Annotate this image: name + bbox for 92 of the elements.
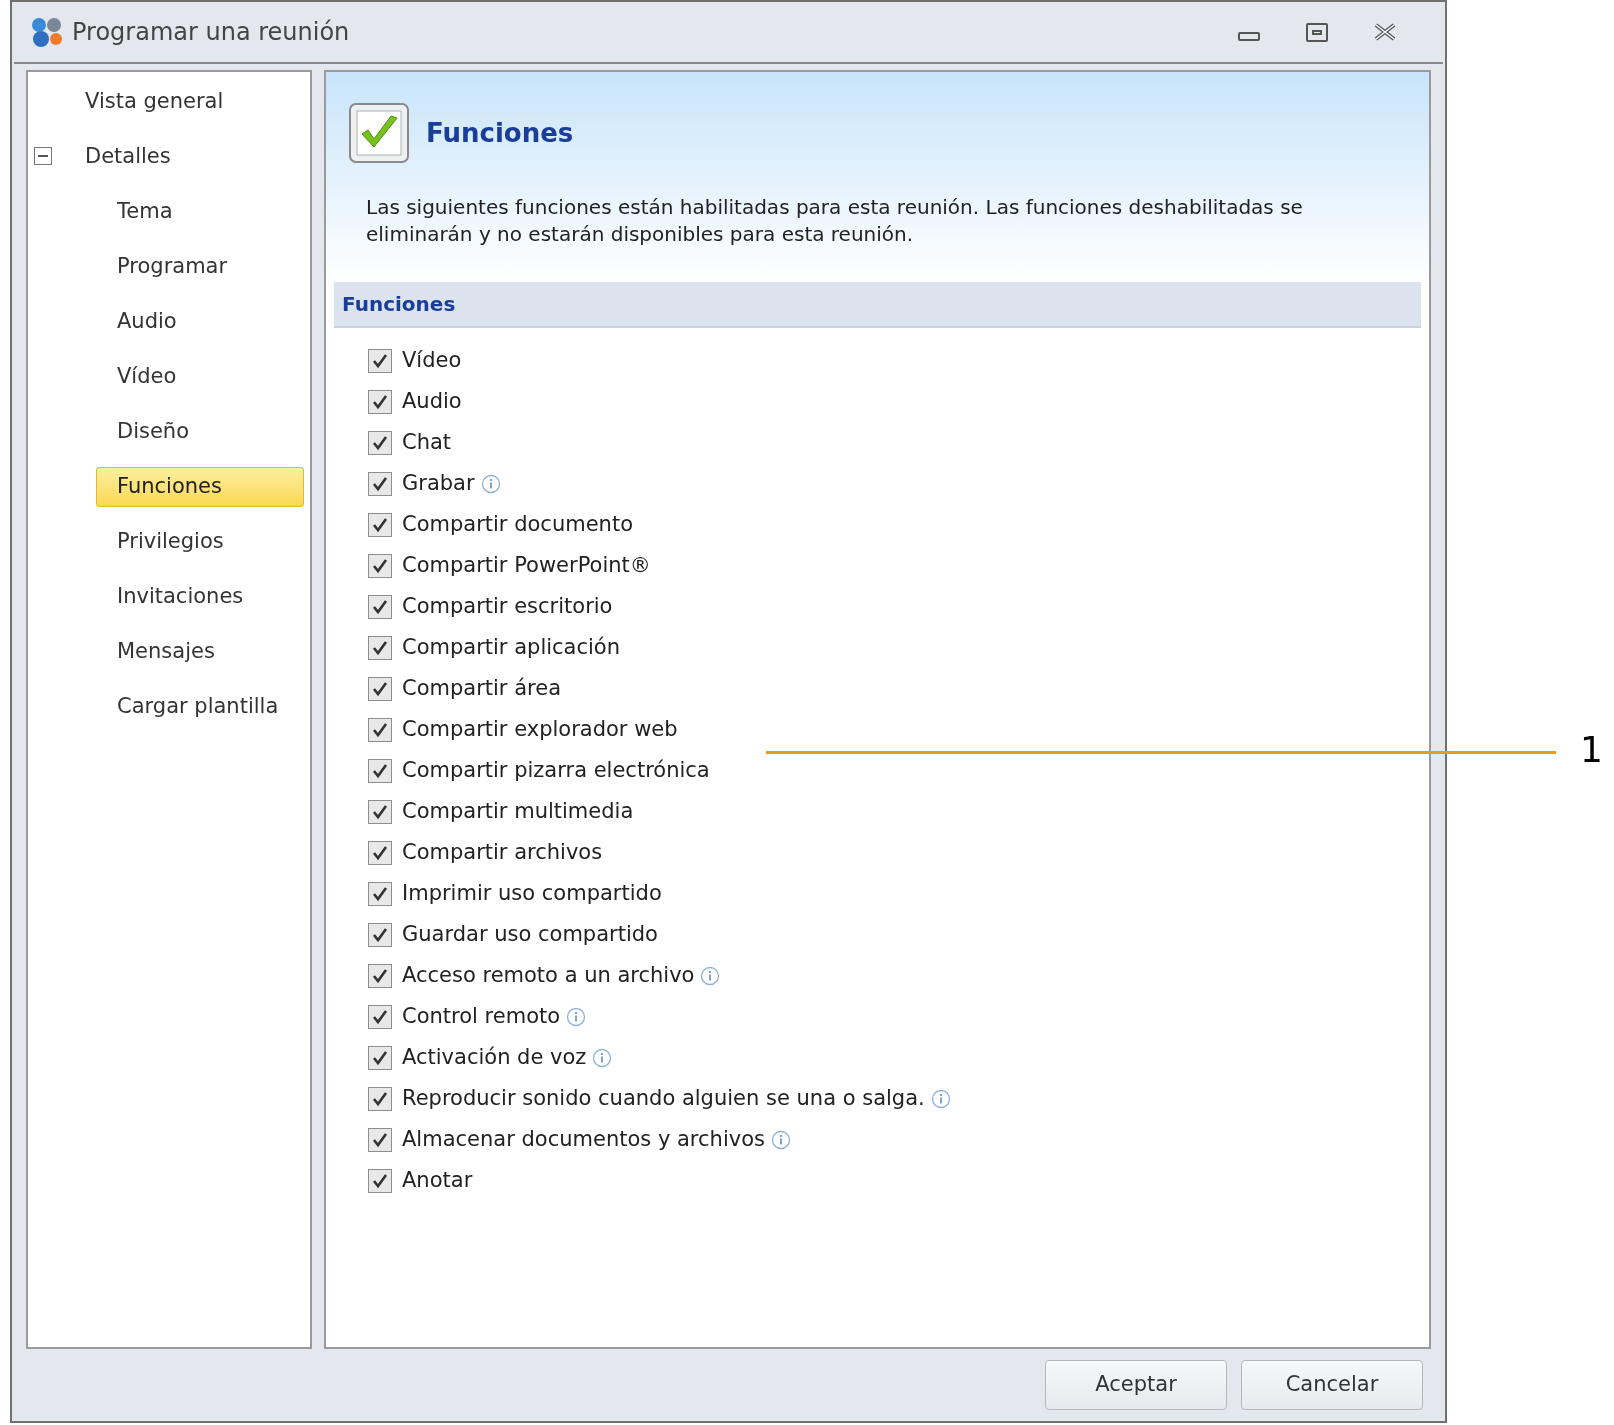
- section-header: Funciones: [334, 282, 1421, 329]
- checkmark-icon: [372, 762, 388, 779]
- checkmark-icon: [372, 639, 388, 656]
- close-icon: [1373, 22, 1397, 43]
- checkbox-label: Activación de voz: [402, 1043, 587, 1071]
- checkbox[interactable]: [368, 594, 392, 619]
- info-icon[interactable]: [700, 965, 721, 986]
- checkbox-label: Reproducir sonido cuando alguien se una o salga.: [402, 1084, 925, 1112]
- checkmark-icon: [372, 680, 388, 697]
- checkbox[interactable]: [368, 717, 392, 742]
- checkbox-label: Compartir pizarra electrónica: [402, 756, 710, 784]
- checkmark-icon: [372, 1049, 388, 1066]
- checkmark-icon: [372, 1008, 388, 1025]
- checkmark-icon: [372, 516, 388, 533]
- info-icon[interactable]: [566, 1006, 587, 1027]
- window-title: Programar una reunión: [72, 17, 350, 49]
- checkbox-label: Compartir PowerPoint®: [402, 551, 651, 579]
- checkbox[interactable]: [368, 430, 392, 455]
- checkmark-icon: [372, 885, 388, 902]
- checkbox[interactable]: [368, 1127, 392, 1152]
- checkmark-icon: [372, 434, 388, 451]
- checkbox[interactable]: [368, 1086, 392, 1111]
- checkbox-label: Anotar: [402, 1166, 473, 1194]
- checkmark-icon: [372, 926, 388, 943]
- checkbox-label: Acceso remoto a un archivo: [402, 961, 695, 989]
- checkmark-icon: [372, 803, 388, 820]
- checkmark-icon: [372, 721, 388, 738]
- dialog-button[interactable]: Aceptar: [1045, 1360, 1227, 1411]
- checkmark-icon: [372, 557, 388, 574]
- app-logo-icon: [30, 16, 64, 49]
- sidebar-item[interactable]: Cargar plantilla: [96, 687, 304, 728]
- checkbox[interactable]: [368, 1004, 392, 1029]
- info-icon[interactable]: [930, 1088, 951, 1109]
- checkbox[interactable]: [368, 676, 392, 701]
- checkbox[interactable]: [368, 471, 392, 496]
- checkmark-icon: [372, 1131, 388, 1148]
- checkbox[interactable]: [368, 758, 392, 783]
- sidebar-item[interactable]: Diseño: [96, 412, 304, 453]
- checkbox[interactable]: [368, 922, 392, 947]
- sidebar-item[interactable]: Mensajes: [96, 632, 304, 673]
- checkbox-label: Chat: [402, 428, 452, 456]
- checkbox-label: Compartir escritorio: [402, 592, 613, 620]
- checkmark-icon: [372, 1090, 388, 1107]
- page-title: Funciones: [426, 116, 574, 150]
- checkbox-label: Grabar: [402, 469, 475, 497]
- callout-label: 1: [1580, 732, 1603, 768]
- checkbox-label: Control remoto: [402, 1002, 561, 1030]
- checkmark-icon: [372, 844, 388, 861]
- checkbox[interactable]: [368, 963, 392, 988]
- sidebar-item[interactable]: Programar: [96, 247, 304, 288]
- checkbox-label: Compartir multimedia: [402, 797, 634, 825]
- sidebar-item[interactable]: Privilegios: [96, 522, 304, 563]
- collapse-toggle[interactable]: [34, 147, 52, 166]
- checkbox[interactable]: [368, 840, 392, 865]
- checkmark-icon: [372, 393, 388, 410]
- sidebar-item[interactable]: Invitaciones: [96, 577, 304, 618]
- sidebar-item[interactable]: Vista general: [84, 82, 310, 123]
- info-icon[interactable]: [480, 473, 501, 494]
- checkmark-icon: [372, 475, 388, 492]
- checkbox-label: Compartir explorador web: [402, 715, 678, 743]
- checkbox-label: Almacenar documentos y archivos: [402, 1125, 765, 1153]
- checkmark-badge-icon: [348, 102, 410, 165]
- info-icon[interactable]: [770, 1129, 791, 1150]
- info-icon[interactable]: [592, 1047, 613, 1068]
- checkbox[interactable]: [368, 1168, 392, 1193]
- checkbox-label: Imprimir uso compartido: [402, 879, 662, 907]
- checkbox-label: Compartir documento: [402, 510, 633, 538]
- checkmark-icon: [372, 1172, 388, 1189]
- checkbox-label: Guardar uso compartido: [402, 920, 658, 948]
- checkbox[interactable]: [368, 635, 392, 660]
- checkmark-icon: [372, 598, 388, 615]
- checkbox[interactable]: [368, 799, 392, 824]
- checkbox-label: Compartir área: [402, 674, 561, 702]
- checkbox[interactable]: [368, 348, 392, 373]
- checkbox[interactable]: [368, 512, 392, 537]
- checkbox-label: Audio: [402, 387, 462, 415]
- sidebar-item[interactable]: Tema: [96, 192, 304, 233]
- checkbox-label: Vídeo: [402, 346, 462, 374]
- sidebar-item[interactable]: Detalles: [84, 137, 310, 178]
- sidebar-item[interactable]: Funciones: [96, 467, 304, 508]
- sidebar-item[interactable]: Vídeo: [96, 357, 304, 398]
- description-text: Las siguientes funciones están habilitadas para esta reunión. Las funciones deshabilitadas se eliminarán y no estarán disponibles para esta reunión.: [366, 194, 1304, 249]
- checkbox[interactable]: [368, 881, 392, 906]
- checkbox[interactable]: [368, 553, 392, 578]
- sidebar-item[interactable]: Audio: [96, 302, 304, 343]
- checkbox[interactable]: [368, 389, 392, 414]
- checkbox-label: Compartir archivos: [402, 838, 603, 866]
- dialog-button[interactable]: Cancelar: [1241, 1360, 1423, 1411]
- checkmark-icon: [372, 352, 388, 369]
- checkbox-label: Compartir aplicación: [402, 633, 620, 661]
- checkmark-icon: [372, 967, 388, 984]
- checkbox[interactable]: [368, 1045, 392, 1070]
